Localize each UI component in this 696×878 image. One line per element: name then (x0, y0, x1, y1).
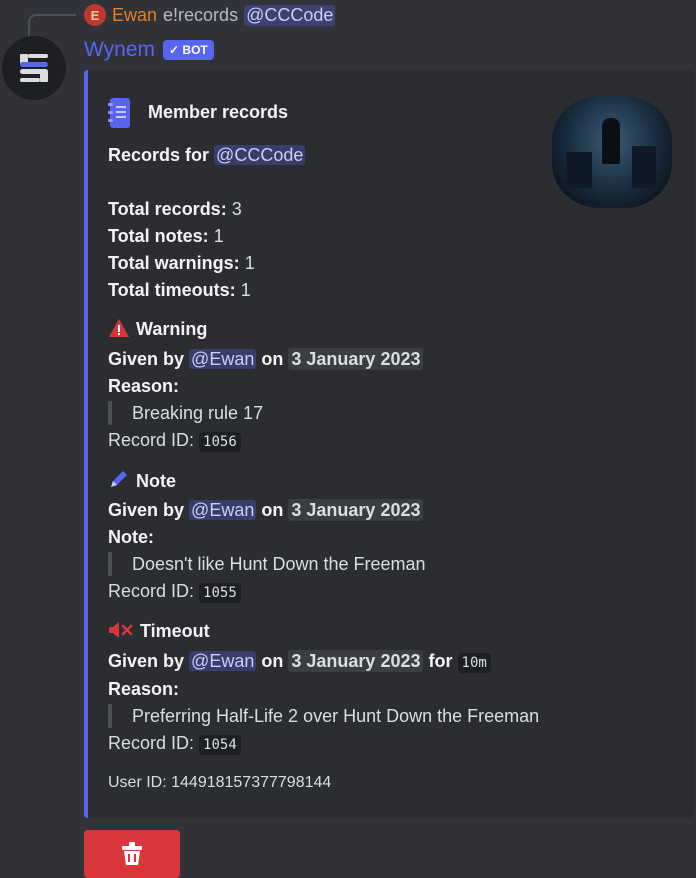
bot-tag: ✓ BOT (163, 40, 214, 60)
record-type: Timeout (140, 621, 210, 641)
record-heading-warning: Warning (108, 317, 207, 341)
records-embed: Member records Records for @CCCode Total… (84, 70, 694, 818)
total-value: 3 (231, 199, 242, 219)
bot-tag-label: BOT (182, 43, 208, 57)
record-id: 1056 (199, 432, 241, 452)
bot-name[interactable]: Wynem (84, 38, 155, 62)
total-value: 1 (213, 226, 224, 246)
reply-connector (28, 14, 76, 36)
message-header: Wynem ✓ BOT (84, 36, 214, 64)
record-id-label: Record ID: (108, 581, 195, 601)
record-type: Note (136, 471, 176, 491)
embed-title: Member records (148, 101, 289, 122)
total-row: Total timeouts: 1 (108, 278, 251, 302)
record-date[interactable]: 3 January 2023 (288, 499, 424, 521)
record-id-row: Record ID: 1056 (108, 428, 241, 454)
record-reason-label: Note: (108, 525, 154, 549)
record-given-by: Given by @Ewan on 3 January 2023 (108, 498, 424, 522)
total-label: Total timeouts: (108, 280, 236, 300)
record-id-label: Record ID: (108, 733, 195, 753)
bot-tag-check: ✓ (169, 43, 180, 57)
on-label: on (261, 651, 284, 671)
record-reason-label: Reason: (108, 677, 179, 701)
reply-avatar[interactable]: E (84, 4, 106, 26)
delete-button[interactable] (84, 830, 180, 878)
embed-thumbnail[interactable] (552, 96, 672, 208)
total-row: Total notes: 1 (108, 224, 224, 248)
for-label: for (428, 651, 453, 671)
reason-text: Preferring Half-Life 2 over Hunt Down th… (132, 706, 540, 726)
records-for-mention[interactable]: @CCCode (214, 145, 306, 165)
reason-label: Reason: (108, 679, 180, 699)
records-for-row: Records for @CCCode (108, 143, 306, 167)
total-label: Total records: (108, 199, 227, 219)
warning-icon (109, 319, 129, 337)
trash-icon (122, 842, 142, 865)
embed-title-row: Member records (108, 98, 288, 128)
record-id: 1054 (199, 735, 241, 755)
given-by-mention[interactable]: @Ewan (189, 651, 257, 671)
reason-text: Doesn't like Hunt Down the Freeman (132, 554, 426, 574)
record-id-row: Record ID: 1054 (108, 731, 241, 757)
record-id: 1055 (199, 583, 241, 603)
reply-author[interactable]: Ewan (112, 5, 157, 26)
reply-preview[interactable]: E Ewan e!records @CCCode (84, 2, 336, 28)
bot-logo-icon (20, 54, 48, 82)
given-by-label: Given by (108, 349, 185, 369)
total-value: 1 (240, 280, 251, 300)
given-by-mention[interactable]: @Ewan (189, 500, 257, 520)
record-date[interactable]: 3 January 2023 (288, 650, 424, 672)
record-heading-note: Note (108, 468, 176, 493)
total-label: Total notes: (108, 226, 209, 246)
bot-avatar[interactable] (2, 36, 66, 100)
mute-icon (109, 622, 133, 638)
pencil-icon (111, 471, 127, 487)
given-by-label: Given by (108, 500, 185, 520)
record-id-row: Record ID: 1055 (108, 579, 241, 605)
reply-command: e!records (163, 4, 239, 25)
record-date[interactable]: 3 January 2023 (288, 348, 424, 370)
record-type: Warning (136, 319, 208, 339)
total-label: Total warnings: (108, 253, 240, 273)
records-for-label: Records for (108, 145, 210, 165)
record-id-label: Record ID: (108, 430, 195, 450)
given-by-mention[interactable]: @Ewan (189, 349, 257, 369)
record-reason-quote: Preferring Half-Life 2 over Hunt Down th… (108, 704, 539, 728)
reason-text: Breaking rule 17 (132, 403, 264, 423)
total-row: Total warnings: 1 (108, 251, 255, 275)
record-reason-label: Reason: (108, 374, 179, 398)
given-by-label: Given by (108, 651, 185, 671)
total-value: 1 (244, 253, 255, 273)
reply-mention[interactable]: @CCCode (244, 4, 336, 26)
record-given-by: Given by @Ewan on 3 January 2023 (108, 347, 424, 371)
record-reason-quote: Breaking rule 17 (108, 401, 263, 425)
embed-footer: User ID: 144918157377798144 (108, 774, 332, 791)
reason-label: Reason: (108, 376, 180, 396)
timeout-duration: 10m (457, 653, 491, 673)
embed-accent-bar (84, 70, 88, 818)
record-heading-timeout: Timeout (108, 619, 210, 643)
record-given-by: Given by @Ewan on 3 January 2023 for 10m (108, 649, 491, 675)
on-label: on (261, 500, 284, 520)
record-reason-quote: Doesn't like Hunt Down the Freeman (108, 552, 426, 576)
on-label: on (261, 349, 284, 369)
reason-label: Note: (108, 527, 154, 547)
notebook-icon (108, 98, 130, 128)
total-row: Total records: 3 (108, 197, 242, 221)
